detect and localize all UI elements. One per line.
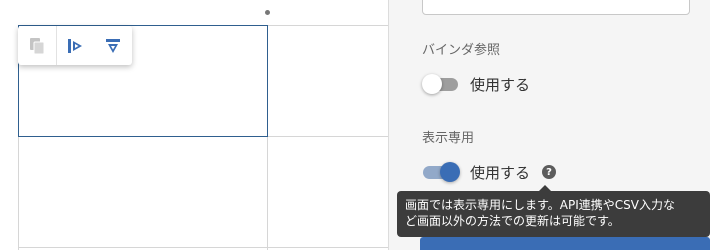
insert-column-right-icon: [68, 38, 83, 53]
display-only-toggle-label: 使用する: [470, 163, 531, 182]
insert-row-below-icon: [106, 38, 121, 53]
binder-reference-label: バインダ参照: [422, 43, 501, 58]
cell-toolbar: [18, 26, 132, 65]
tooltip-text-line-2: ど画面以外の方法での更新は可能です。: [405, 214, 620, 228]
display-only-label: 表示専用: [422, 131, 475, 146]
insert-row-below-button[interactable]: [94, 26, 132, 65]
layout-canvas: [0, 0, 388, 250]
copy-button[interactable]: [18, 26, 56, 65]
primary-action-button[interactable]: [420, 237, 710, 250]
binder-reference-toggle-row[interactable]: 使用する: [422, 73, 530, 95]
grid-handle-dot[interactable]: [265, 10, 270, 15]
help-icon[interactable]: ?: [542, 165, 557, 179]
display-only-toggle[interactable]: [422, 161, 460, 183]
toggle-knob: [440, 162, 460, 182]
grid-line: [18, 247, 388, 248]
property-input[interactable]: [422, 0, 690, 15]
tooltip-arrow: [539, 185, 551, 191]
help-tooltip: 画面では表示専用にします。API連携やCSV入力な ど画面以外の方法での更新は可…: [397, 185, 710, 237]
copy-icon: [29, 37, 45, 54]
toggle-knob: [422, 74, 442, 94]
insert-column-right-button[interactable]: [57, 26, 95, 65]
binder-reference-toggle[interactable]: [422, 73, 460, 95]
display-only-toggle-row[interactable]: 使用する ?: [422, 161, 557, 183]
tooltip-text-line-1: 画面では表示専用にします。API連携やCSV入力な: [405, 198, 675, 212]
binder-reference-toggle-label: 使用する: [470, 75, 531, 94]
